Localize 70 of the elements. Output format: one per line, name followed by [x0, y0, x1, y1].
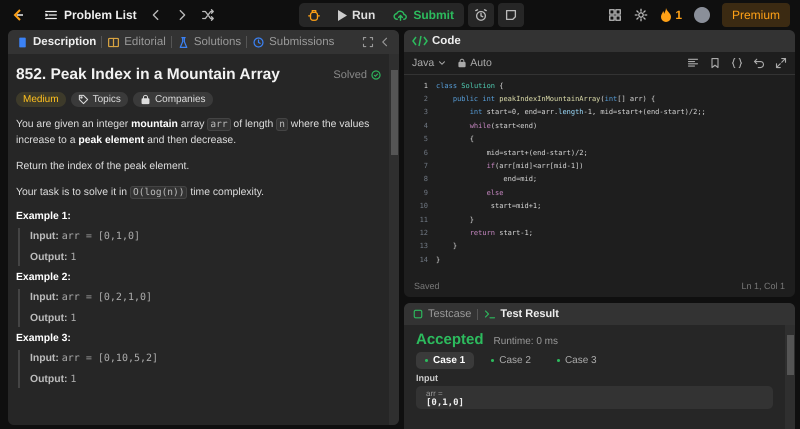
tag-button[interactable]: Topics	[70, 92, 128, 107]
scrollbar[interactable]	[389, 54, 399, 425]
list-icon	[44, 8, 58, 22]
case-tab[interactable]: Case 3	[548, 352, 606, 369]
example-title: Example 2:	[16, 272, 72, 283]
premium-button[interactable]: Premium	[722, 3, 790, 27]
parameter-value: [0,1,0]	[426, 398, 465, 408]
save-status: Saved	[414, 281, 440, 291]
example-input-text: Input: arr = [0,2,1,0]	[30, 292, 154, 303]
verdict: Accepted	[416, 331, 484, 348]
parameter-name: arr =	[426, 389, 444, 398]
example-title: Example 3:	[16, 333, 72, 344]
expand-icon[interactable]	[362, 36, 374, 48]
panel-tab[interactable]: Description	[16, 36, 96, 48]
shuffle-icon[interactable]	[200, 8, 215, 22]
example-output-text: Output: 1	[30, 313, 78, 324]
format-icon[interactable]	[687, 57, 699, 69]
note-icon	[504, 8, 518, 22]
bug-icon	[307, 8, 321, 22]
panel-tab[interactable]: Submissions	[252, 36, 334, 48]
cloud-upload-icon	[393, 8, 408, 22]
alarm-clock-icon	[474, 8, 488, 22]
problem-title: 852. Peak Index in a Mountain Array	[16, 66, 280, 84]
description-paragraph: Return the index of the peak element.	[16, 160, 190, 174]
settings-icon[interactable]	[634, 8, 648, 22]
problem-list-link[interactable]: Problem List	[44, 8, 137, 22]
solved-status: Solved	[333, 69, 367, 81]
panel-tab[interactable]: Testcase	[412, 308, 472, 320]
description-paragraph: You are given an integer mountain array arr of length n where the values increase to a peak element and then decrease.	[16, 117, 370, 148]
streak-count: 1	[675, 8, 682, 22]
scrollbar[interactable]	[785, 325, 795, 429]
language-dropdown[interactable]: Java	[412, 57, 448, 69]
lock-icon	[457, 58, 468, 68]
play-icon	[337, 10, 347, 20]
lock-icon	[140, 94, 151, 105]
tag-icon	[78, 94, 89, 105]
check-circle-icon	[371, 70, 381, 80]
runtime: Runtime: 0 ms	[494, 336, 558, 347]
panel-title: Code	[432, 35, 461, 47]
terminal-icon	[484, 308, 496, 320]
example-input-text: Input: arr = [0,1,0]	[30, 231, 142, 242]
panel-tab[interactable]: Editorial	[107, 36, 166, 48]
panel-tab[interactable]: Solutions	[176, 36, 242, 48]
checkbox-icon	[412, 308, 424, 320]
panel-tab[interactable]: Test Result	[484, 308, 559, 320]
case-tab[interactable]: Case 1	[416, 352, 474, 369]
notes-button[interactable]	[498, 3, 524, 27]
bookmark-icon[interactable]	[709, 57, 721, 69]
auto-mode-toggle[interactable]: Auto	[457, 57, 492, 69]
description-paragraph: Your task is to solve it in O(log(n)) time complexity.	[16, 185, 266, 201]
avatar[interactable]	[694, 7, 710, 23]
example-output-text: Output: 1	[30, 252, 78, 263]
example-input-text: Input: arr = [0,10,5,2]	[30, 353, 160, 364]
layout-icon[interactable]	[608, 8, 622, 22]
example-title: Example 1:	[16, 211, 72, 222]
code-icon	[412, 35, 428, 47]
book-icon	[107, 36, 120, 48]
flask-icon	[176, 36, 190, 48]
tag-button[interactable]: Companies	[132, 92, 213, 107]
flame-icon[interactable]	[660, 8, 672, 22]
cursor-position: Ln 1, Col 1	[741, 281, 785, 291]
maximize-icon[interactable]	[775, 57, 787, 69]
undo-icon[interactable]	[753, 57, 765, 69]
history-icon	[252, 36, 266, 48]
example-output-text: Output: 1	[30, 374, 78, 385]
input-label: Input	[416, 373, 439, 383]
timer-button[interactable]	[468, 3, 494, 27]
braces-icon[interactable]	[731, 57, 743, 69]
difficulty-badge: Medium	[16, 92, 66, 107]
case-tab[interactable]: Case 2	[482, 352, 540, 369]
